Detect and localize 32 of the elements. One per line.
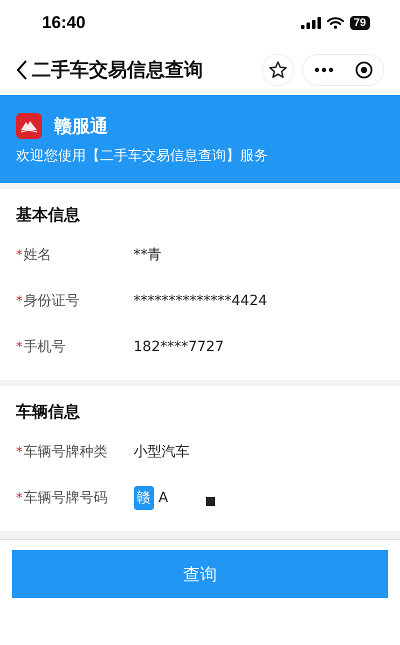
field-label: 车辆号牌种类 [24, 443, 108, 461]
page-title: 二手车交易信息查询 [32, 58, 204, 83]
required-mark: * [16, 340, 22, 354]
plate-input[interactable]: A [158, 490, 168, 506]
app-logo-icon [16, 113, 42, 139]
section-title: 基本信息 [16, 205, 81, 226]
required-mark: * [16, 444, 22, 460]
field-value: **青 [134, 246, 162, 264]
app-name: 赣服通 [54, 115, 108, 138]
back-icon[interactable] [16, 59, 28, 81]
field-label: 身份证号 [24, 292, 80, 310]
battery-indicator: 79 [350, 16, 370, 30]
wifi-icon [326, 16, 344, 28]
province-prefix[interactable]: 赣 [134, 486, 154, 510]
section-title: 车辆信息 [16, 402, 81, 423]
field-label: 车辆号牌号码 [24, 489, 108, 507]
field-label: 手机号 [24, 338, 66, 356]
star-icon[interactable] [268, 60, 288, 80]
more-icon[interactable] [314, 67, 334, 73]
favorite-button[interactable] [262, 54, 294, 86]
query-button[interactable]: 查询 [12, 550, 388, 598]
field-value: 小型汽车 [134, 443, 190, 461]
required-mark: * [16, 248, 22, 262]
field-value: 182****7727 [134, 339, 224, 355]
welcome-text: 欢迎您使用【二手车交易信息查询】服务 [16, 147, 269, 165]
field-value: **************4424 [134, 293, 268, 309]
status-time: 16:40 [42, 12, 86, 32]
required-mark: * [16, 294, 22, 308]
field-label: 姓名 [24, 246, 52, 264]
signal-icon [300, 16, 321, 28]
required-mark: * [16, 490, 22, 506]
redaction-mark [206, 496, 216, 506]
